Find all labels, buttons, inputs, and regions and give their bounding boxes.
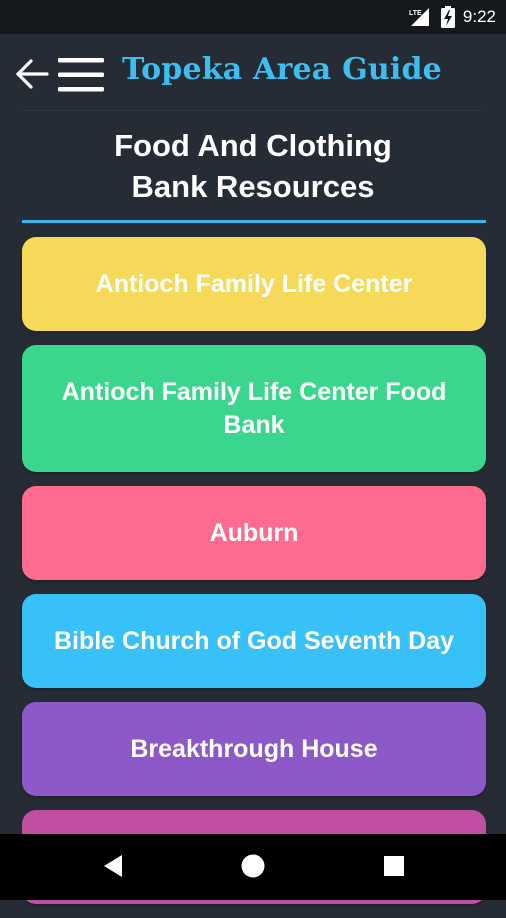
battery-charging-icon xyxy=(440,6,455,28)
resource-item-label: Antioch Family Life Center xyxy=(95,269,413,298)
network-label: LTE xyxy=(409,10,422,17)
app-title: Topeka Area Guide xyxy=(122,52,442,87)
resource-item-antioch-family-life-center[interactable]: Antioch Family Life Center xyxy=(22,237,486,331)
page-title: Food And Clothing Bank Resources xyxy=(22,125,484,207)
title-underline xyxy=(22,220,486,223)
resource-item-antioch-food-bank[interactable]: Antioch Family Life Center Food Bank xyxy=(22,345,486,472)
resource-item-label: Antioch Family Life Center Food Bank xyxy=(61,377,447,439)
page-title-line-2: Bank Resources xyxy=(131,169,375,204)
status-time: 9:22 xyxy=(462,7,496,26)
hamburger-menu-icon[interactable] xyxy=(58,56,106,94)
status-bar: LTE 9:22 xyxy=(0,0,506,34)
nav-back-icon[interactable] xyxy=(102,854,124,883)
app-bar: Topeka Area Guide xyxy=(0,34,506,114)
resource-item-label: Bible Church of God Seventh Day xyxy=(53,626,455,655)
nav-recents-icon[interactable] xyxy=(383,854,405,883)
resource-item-breakthrough-house[interactable]: Breakthrough House xyxy=(22,702,486,796)
resource-list: Antioch Family Life Center Antioch Famil… xyxy=(22,237,486,918)
resource-item-label: Auburn xyxy=(209,518,299,547)
system-nav-bar xyxy=(0,834,506,900)
resource-item-label: Breakthrough House xyxy=(130,734,378,763)
page-title-line-1: Food And Clothing xyxy=(114,128,392,163)
nav-home-icon[interactable] xyxy=(241,854,265,883)
resource-item-bible-church[interactable]: Bible Church of God Seventh Day xyxy=(22,594,486,688)
resource-item-auburn[interactable]: Auburn xyxy=(22,486,486,580)
header-divider xyxy=(22,110,484,111)
lte-signal-icon: LTE xyxy=(409,6,433,28)
back-arrow-icon[interactable] xyxy=(14,58,50,90)
